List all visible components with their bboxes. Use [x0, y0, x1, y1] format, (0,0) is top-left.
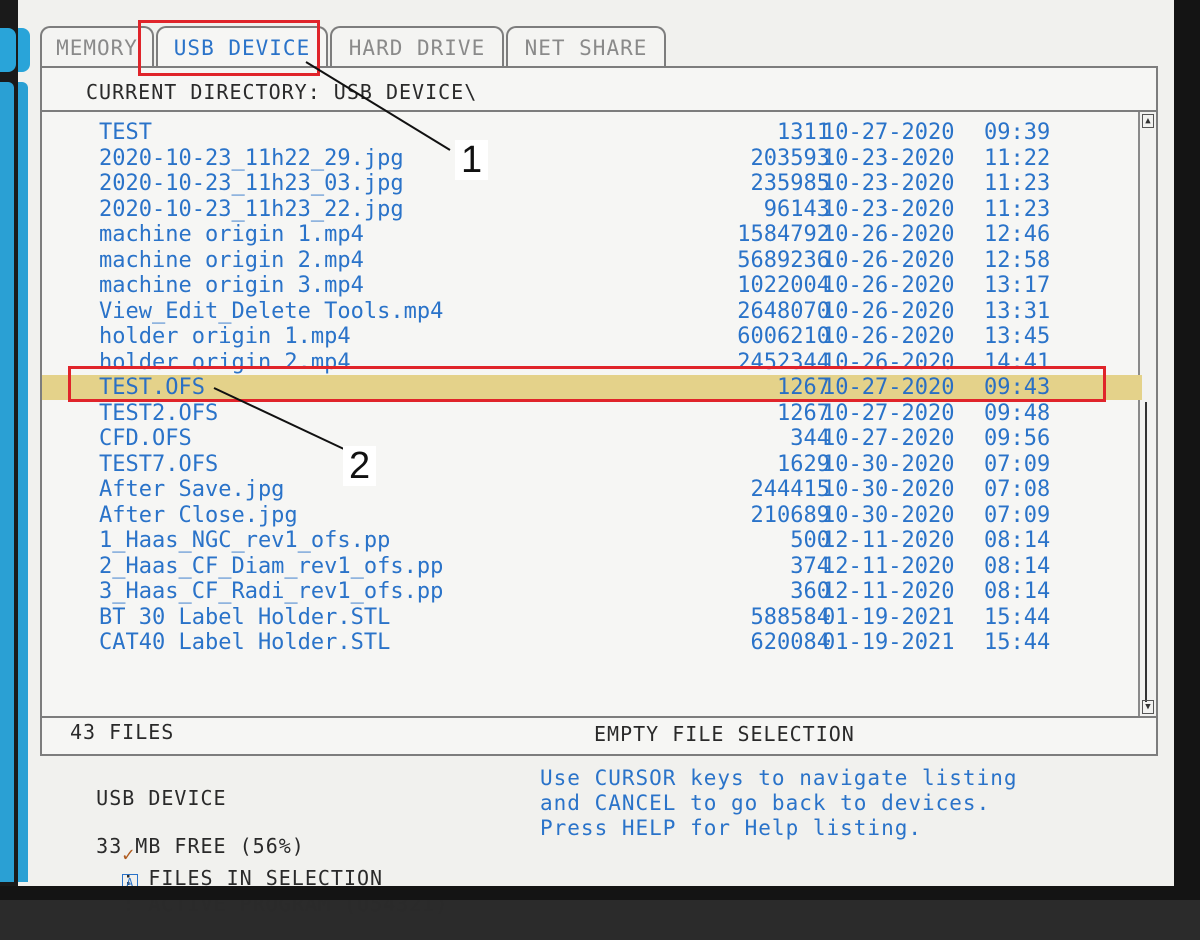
callout-label-2: 2 [343, 446, 377, 486]
callout-line-2 [213, 387, 347, 451]
callout-line-1 [305, 61, 451, 151]
callout-label-1: 1 [455, 140, 489, 180]
callout-lines [213, 61, 451, 451]
